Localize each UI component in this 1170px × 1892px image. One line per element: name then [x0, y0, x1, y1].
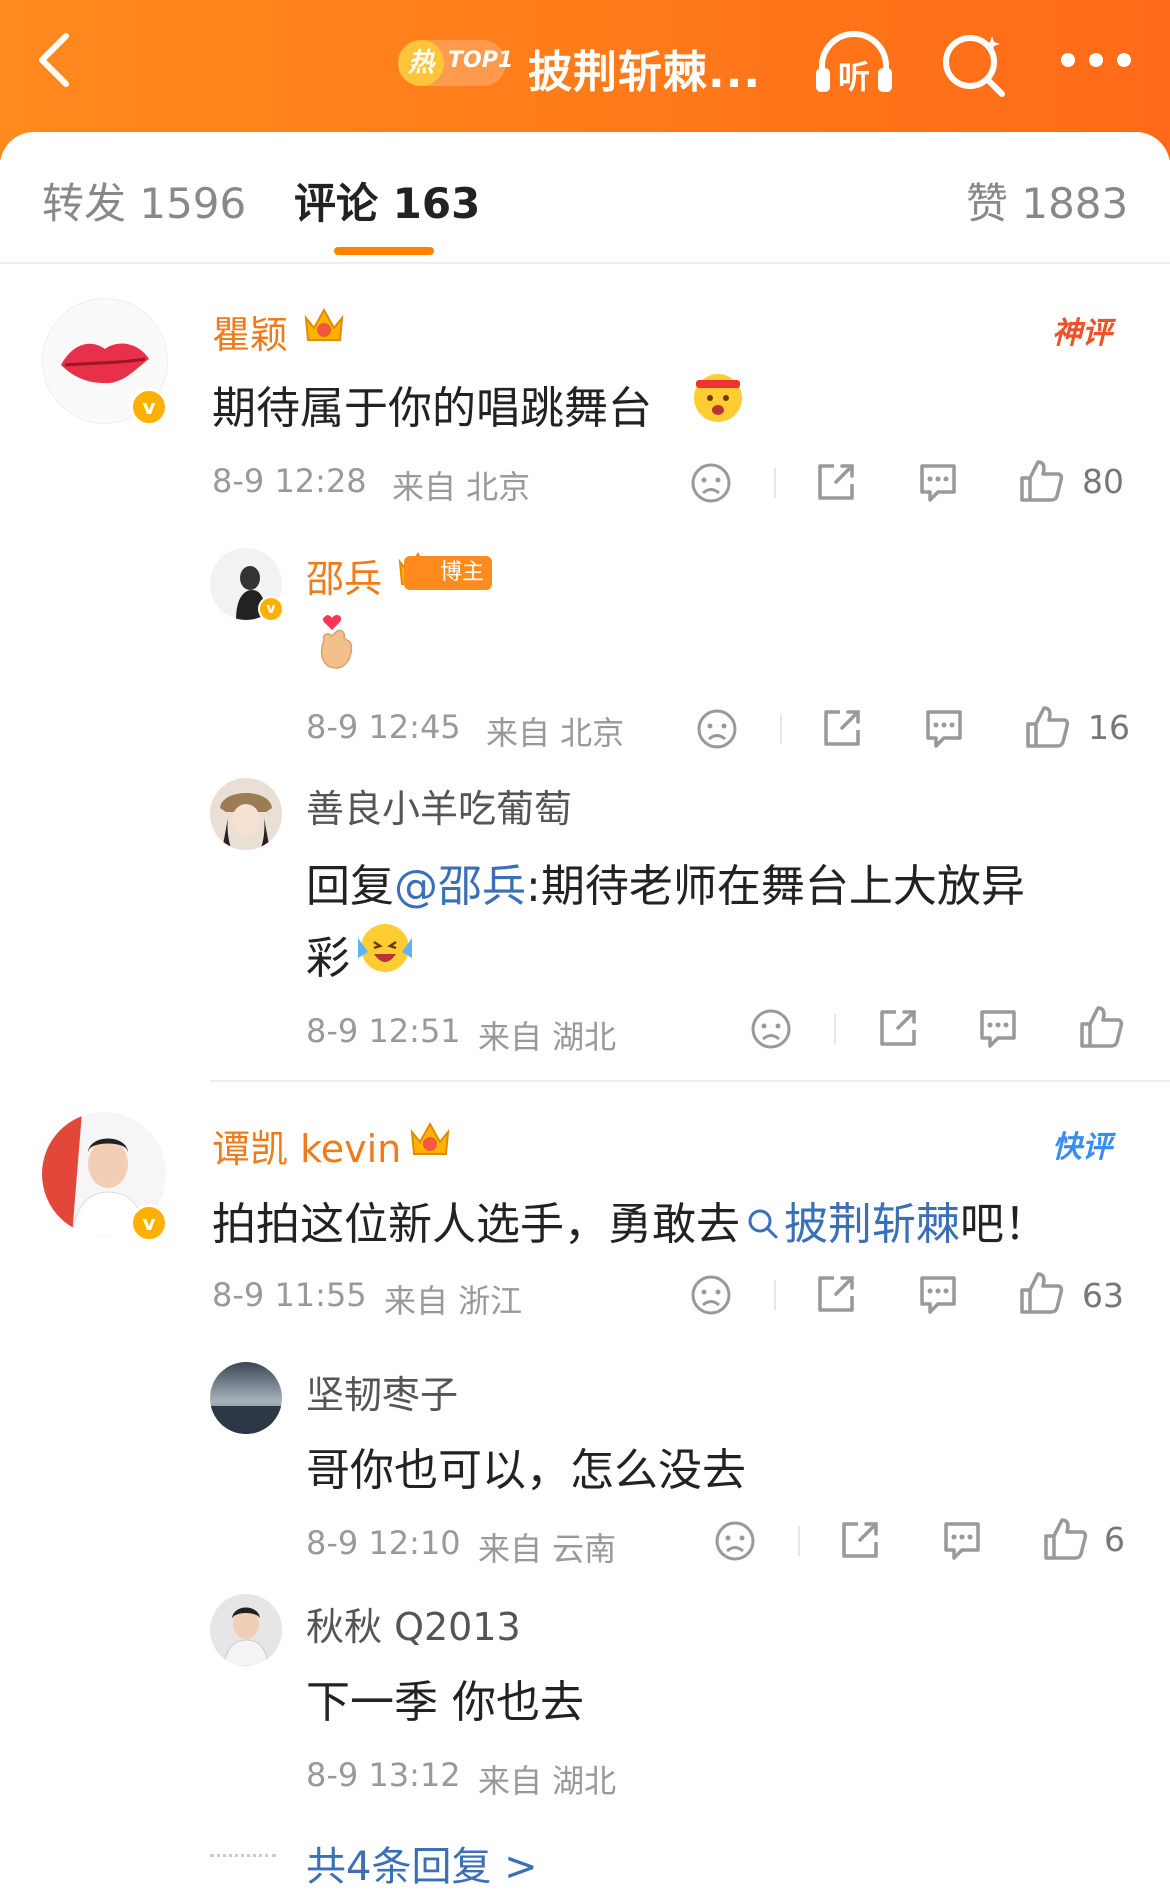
reply-thread-line — [210, 1854, 276, 1857]
reply-author[interactable]: 坚韧枣子 — [306, 1364, 458, 1419]
top-comment-label: 神评 — [1052, 316, 1112, 351]
reply-location: 来自 湖北 — [478, 1762, 617, 1800]
comment-text: 期待属于你的唱跳舞台 — [212, 383, 652, 434]
portrait-icon — [210, 1594, 282, 1666]
comment-author[interactable]: 谭凯 kevin — [212, 1118, 401, 1173]
comment-icon[interactable] — [940, 1518, 984, 1562]
reply-text: 回复@邵兵:期待老师在舞台上大放异 — [306, 850, 1025, 914]
share-icon[interactable] — [820, 706, 864, 750]
comment-text: 拍拍这位新人选手，勇敢去 披荆斩棘吧！ — [212, 1188, 1048, 1252]
like-icon[interactable] — [1018, 1270, 1064, 1316]
action-separator — [798, 1526, 800, 1556]
share-icon[interactable] — [814, 1272, 858, 1316]
back-arrow-icon[interactable] — [34, 32, 74, 88]
topic-text[interactable]: 披荆斩棘 — [784, 1199, 960, 1250]
dislike-face-icon[interactable] — [690, 1274, 732, 1316]
share-icon[interactable] — [876, 1006, 920, 1050]
cheering-emoji-icon — [694, 374, 742, 422]
like-count: 80 — [1082, 462, 1124, 501]
reply-time: 8-9 12:51 — [306, 1012, 461, 1050]
reply-text-continued: 彩 — [306, 922, 350, 986]
like-icon[interactable] — [1042, 1516, 1088, 1562]
share-icon[interactable] — [814, 460, 858, 504]
reply-time: 8-9 13:12 — [306, 1756, 461, 1794]
search-icon[interactable] — [940, 30, 1010, 98]
topic-link[interactable]: 披荆斩棘 — [740, 1199, 960, 1250]
reply-time: 8-9 12:10 — [306, 1524, 461, 1562]
avatar[interactable] — [210, 1594, 282, 1666]
like-icon[interactable] — [1024, 704, 1070, 750]
comment-author[interactable]: 瞿颖 — [212, 304, 288, 359]
comment-time: 8-9 11:55 — [212, 1276, 367, 1314]
tab-comments[interactable]: 评论 163 — [294, 170, 480, 231]
comment-icon[interactable] — [976, 1006, 1020, 1050]
verified-badge-icon: v — [130, 388, 168, 426]
laughing-tears-emoji-icon — [358, 924, 412, 972]
comment-time: 8-9 12:28 — [212, 462, 367, 500]
action-separator — [774, 1280, 776, 1310]
reply-location: 来自 湖北 — [478, 1018, 617, 1056]
like-icon[interactable] — [1078, 1004, 1124, 1050]
page-title[interactable]: 披荆斩棘... — [528, 36, 761, 100]
search-icon — [748, 1209, 778, 1239]
portrait-icon — [210, 778, 282, 850]
reply-text: 哥你也可以，怎么没去 — [306, 1445, 746, 1496]
comment-text-after: 吧！ — [960, 1199, 1048, 1250]
action-separator — [774, 468, 776, 498]
reply-text: 下一季 你也去 — [306, 1677, 584, 1728]
vip-crown-icon — [410, 1121, 450, 1155]
tab-likes[interactable]: 赞 1883 — [966, 170, 1128, 231]
author-tag: 博主 — [404, 556, 493, 590]
like-count: 63 — [1082, 1276, 1124, 1315]
vip-crown-icon — [304, 307, 344, 341]
like-count: 6 — [1104, 1520, 1125, 1559]
dislike-face-icon[interactable] — [690, 462, 732, 504]
reply-text-line2: 彩 — [306, 933, 350, 984]
comment-divider — [210, 1080, 1170, 1082]
hot-icon: 热 — [398, 40, 444, 86]
like-icon[interactable] — [1018, 458, 1064, 504]
dislike-face-icon[interactable] — [714, 1520, 756, 1562]
reply-text-line1: :期待老师在舞台上大放异 — [526, 861, 1025, 912]
active-tab-indicator — [334, 247, 434, 255]
action-separator — [834, 1014, 836, 1044]
like-count: 16 — [1088, 708, 1130, 747]
tab-repost[interactable]: 转发 1596 — [42, 170, 246, 231]
dislike-face-icon[interactable] — [750, 1008, 792, 1050]
reply-author[interactable]: 秋秋 Q2013 — [306, 1596, 521, 1651]
comment-location: 来自 浙江 — [384, 1282, 523, 1320]
reply-location: 来自 云南 — [478, 1530, 617, 1568]
reply-location: 来自 北京 — [486, 714, 625, 752]
headphones-icon[interactable]: 听 — [812, 28, 896, 96]
comment-icon[interactable] — [922, 706, 966, 750]
verified-badge-icon: v — [258, 596, 284, 622]
landscape-avatar-icon — [210, 1362, 282, 1434]
verified-badge-icon: v — [130, 1204, 168, 1242]
share-icon[interactable] — [838, 1518, 882, 1562]
reply-author[interactable]: 邵兵 — [306, 548, 382, 603]
action-separator — [780, 714, 782, 744]
comment-icon[interactable] — [916, 1272, 960, 1316]
avatar[interactable] — [210, 1362, 282, 1434]
comment-location: 来自 北京 — [392, 468, 531, 506]
more-icon[interactable] — [1060, 52, 1132, 68]
dislike-face-icon[interactable] — [696, 708, 738, 750]
mention-link[interactable]: @邵兵 — [394, 861, 526, 912]
top-rank-label: TOP1 — [448, 48, 514, 73]
finger-heart-emoji-icon — [320, 615, 353, 669]
reply-time: 8-9 12:45 — [306, 708, 461, 746]
reply-author[interactable]: 善良小羊吃葡萄 — [306, 778, 572, 833]
listen-label: 听 — [838, 58, 870, 96]
comment-text-before: 拍拍这位新人选手，勇敢去 — [212, 1199, 740, 1250]
comment-icon[interactable] — [916, 460, 960, 504]
more-replies-link[interactable]: 共4条回复 > — [306, 1834, 538, 1892]
avatar[interactable] — [210, 778, 282, 850]
tabs-divider — [0, 262, 1170, 264]
quick-comment-label: 快评 — [1052, 1130, 1112, 1165]
reply-prefix: 回复 — [306, 861, 394, 912]
